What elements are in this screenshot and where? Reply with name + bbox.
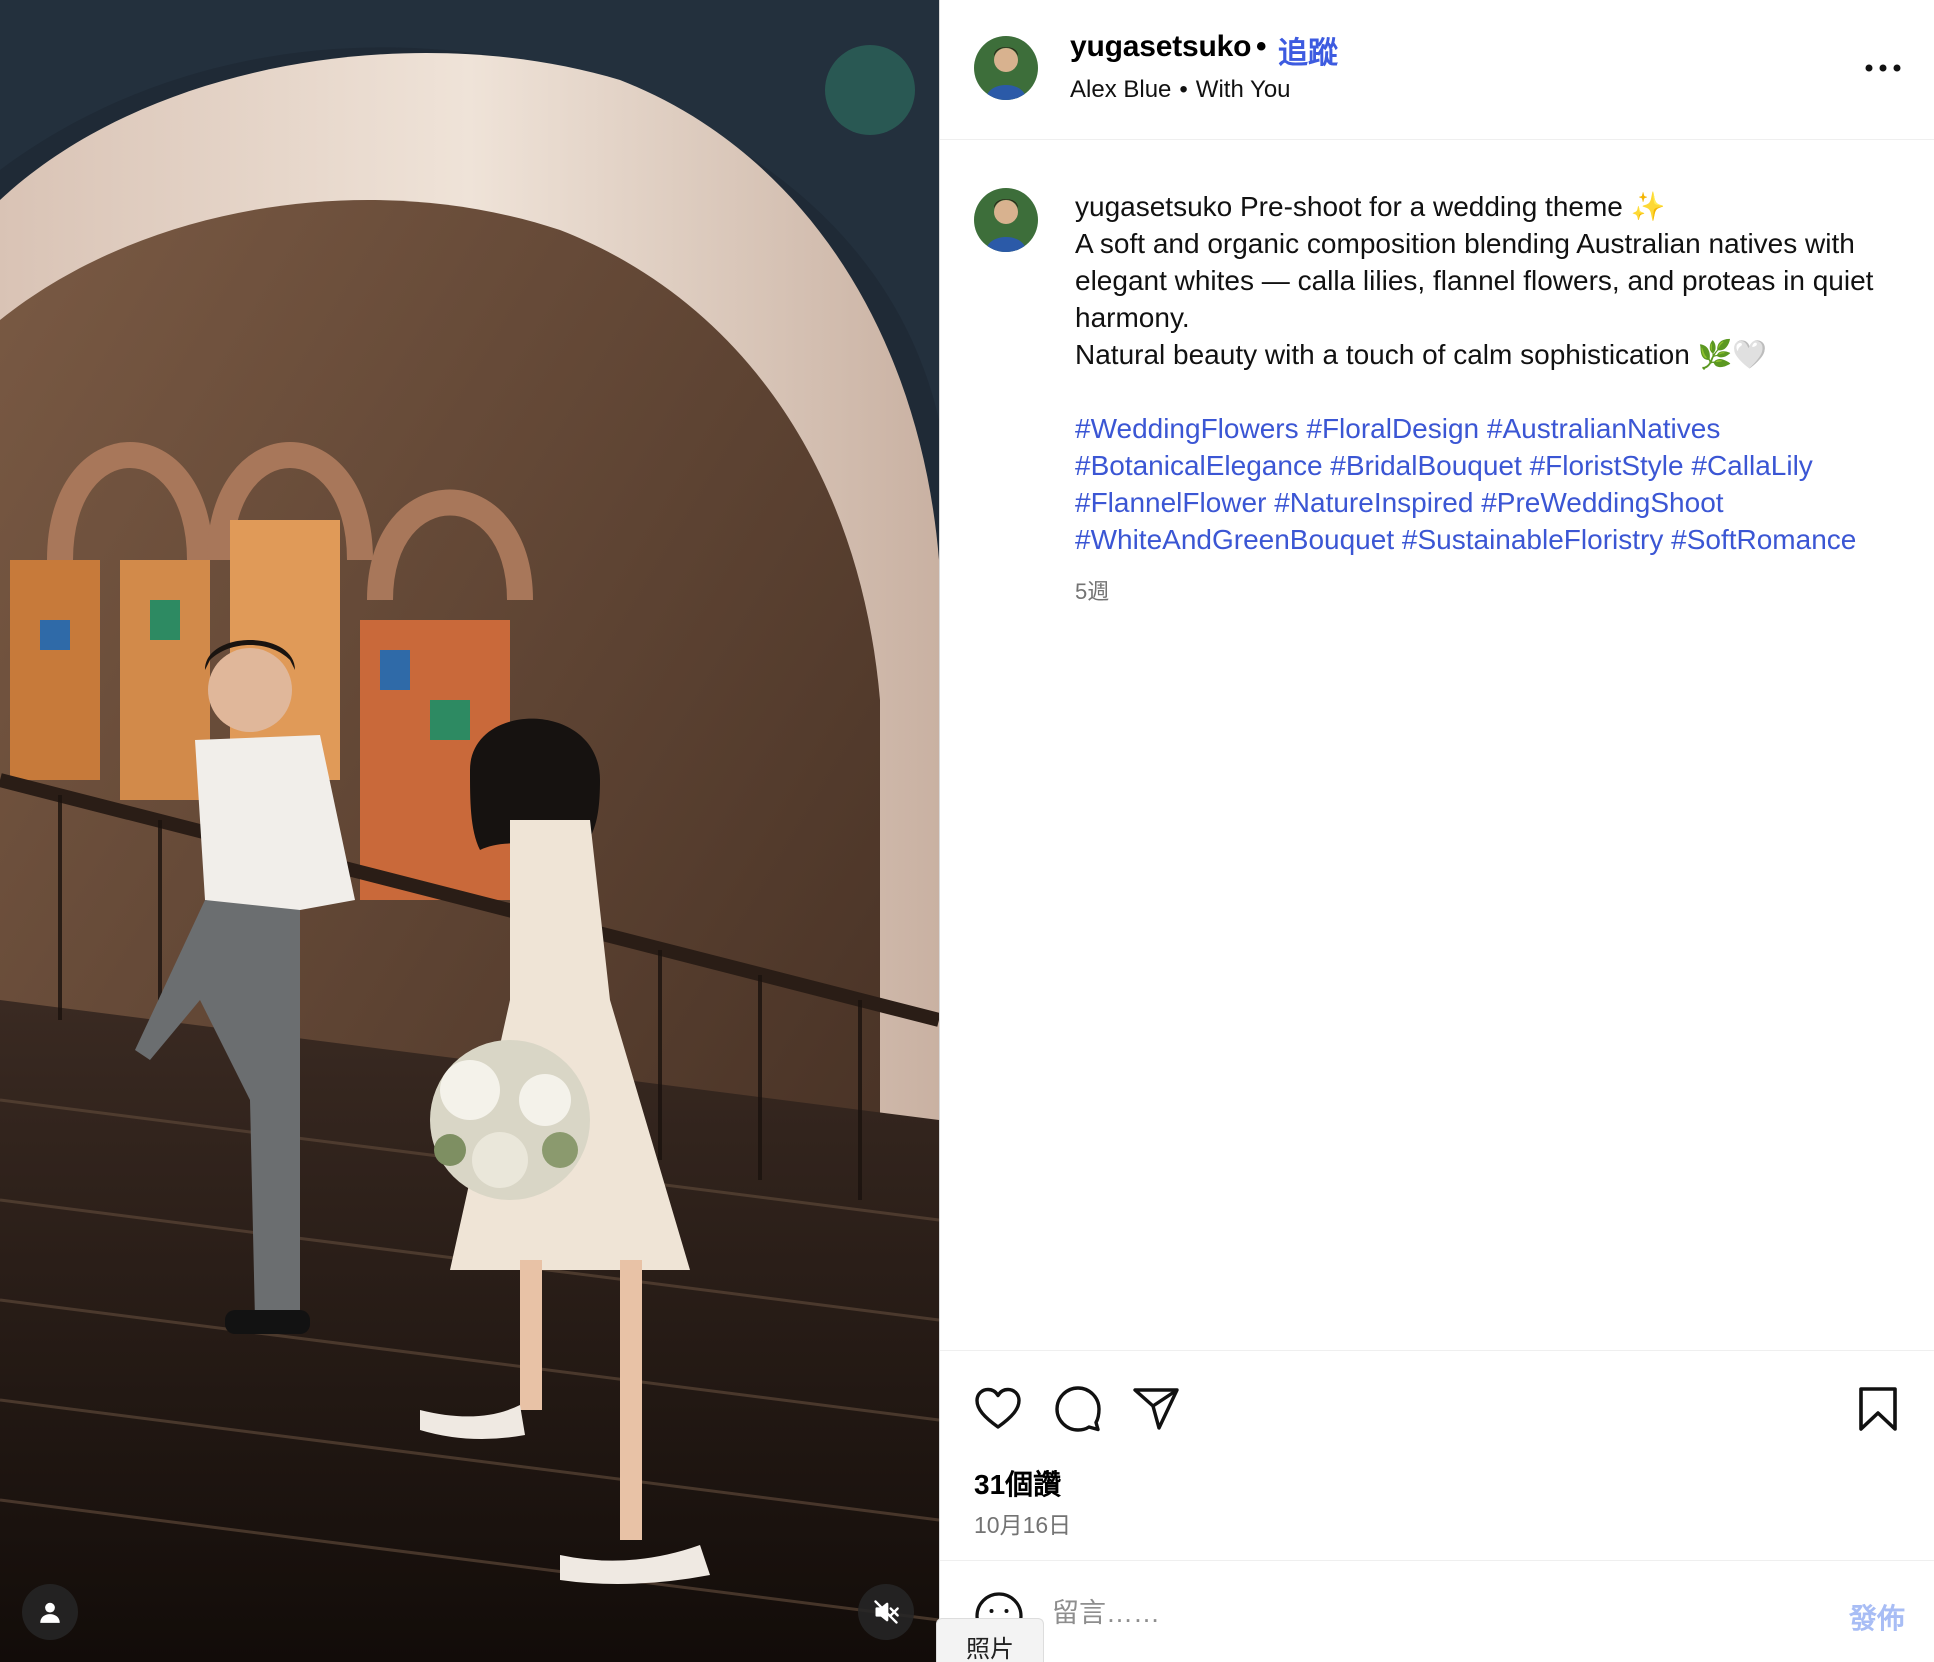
paper-plane-icon bbox=[1133, 1388, 1179, 1430]
comment-button[interactable] bbox=[1050, 1381, 1106, 1437]
hashtag-link[interactable]: #AustralianNatives bbox=[1487, 413, 1720, 444]
instagram-post-viewer: 照片 yugasetsuko • 追蹤 Alex Blue • With You bbox=[0, 0, 1934, 1662]
speaker-muted-icon bbox=[874, 1600, 899, 1624]
author-username[interactable]: yugasetsuko bbox=[1070, 30, 1251, 64]
share-button[interactable] bbox=[1128, 1381, 1184, 1437]
author-avatar[interactable] bbox=[974, 36, 1038, 100]
post-actions: 31個讚 10月16日 bbox=[940, 1350, 1934, 1560]
hashtag-link[interactable]: #WhiteAndGreenBouquet bbox=[1075, 524, 1394, 555]
audio-track: With You bbox=[1195, 76, 1291, 103]
post-date: 10月16日 bbox=[974, 1512, 1072, 1538]
hashtag-link[interactable]: #FloristStyle bbox=[1530, 450, 1684, 481]
hashtag-link[interactable]: #FlannelFlower bbox=[1075, 487, 1266, 518]
comment-composer: 發佈 bbox=[940, 1560, 1934, 1662]
like-button[interactable] bbox=[970, 1381, 1026, 1437]
caption-username[interactable]: yugasetsuko bbox=[1075, 191, 1232, 222]
tagged-users-button[interactable] bbox=[22, 1584, 78, 1640]
heart-icon bbox=[975, 1387, 1021, 1429]
caption-text: Natural beauty with a touch of calm soph… bbox=[1075, 339, 1768, 370]
audio-attribution[interactable]: Alex Blue • With You bbox=[1070, 76, 1291, 104]
post-media[interactable] bbox=[0, 0, 939, 1662]
hashtag-link[interactable]: #BotanicalElegance bbox=[1075, 450, 1323, 481]
post-age[interactable]: 5週 bbox=[1075, 574, 1109, 606]
hashtag-link[interactable]: #FloralDesign bbox=[1306, 413, 1479, 444]
save-button[interactable] bbox=[1850, 1381, 1906, 1437]
hashtag-list: #WeddingFlowers #FloralDesign #Australia… bbox=[1075, 410, 1915, 558]
caption-text: A soft and organic composition blending … bbox=[1075, 228, 1874, 333]
hashtag-link[interactable]: #NatureInspired bbox=[1274, 487, 1473, 518]
post-comment-button[interactable]: 發佈 bbox=[1849, 1597, 1905, 1637]
avatar-image bbox=[974, 188, 1038, 252]
post-photo bbox=[0, 0, 939, 1662]
caption-text: Pre-shoot for a wedding theme ✨ bbox=[1240, 191, 1666, 222]
more-options-button[interactable] bbox=[1859, 50, 1907, 86]
bookmark-icon bbox=[1859, 1387, 1897, 1431]
separator-dot: • bbox=[1179, 76, 1188, 103]
like-count[interactable]: 31個讚 bbox=[974, 1463, 1061, 1503]
comment-bubble-icon bbox=[1055, 1386, 1101, 1432]
hashtag-link[interactable]: #BridalBouquet bbox=[1330, 450, 1521, 481]
post-header: yugasetsuko • 追蹤 Alex Blue • With You bbox=[940, 0, 1934, 140]
caption-area: yugasetsuko Pre-shoot for a wedding them… bbox=[940, 140, 1934, 1350]
avatar-image bbox=[974, 36, 1038, 100]
post-details-panel: yugasetsuko • 追蹤 Alex Blue • With You yu… bbox=[939, 0, 1934, 1662]
hashtag-link[interactable]: #CallaLily bbox=[1691, 450, 1812, 481]
caption-author-avatar[interactable] bbox=[974, 188, 1038, 252]
separator-dot: • bbox=[1256, 30, 1267, 63]
post-caption: yugasetsuko Pre-shoot for a wedding them… bbox=[1075, 188, 1915, 558]
comment-input[interactable] bbox=[1052, 1583, 1752, 1643]
media-tooltip: 照片 bbox=[936, 1618, 1044, 1662]
mute-toggle-button[interactable] bbox=[858, 1584, 914, 1640]
hashtag-link[interactable]: #SoftRomance bbox=[1671, 524, 1856, 555]
caption-first-line: yugasetsuko Pre-shoot for a wedding them… bbox=[1075, 188, 1915, 225]
more-options-icon bbox=[1865, 64, 1901, 72]
audio-artist: Alex Blue bbox=[1070, 76, 1172, 103]
follow-button[interactable]: 追蹤 bbox=[1278, 28, 1338, 72]
hashtag-link[interactable]: #WeddingFlowers bbox=[1075, 413, 1299, 444]
hashtag-link[interactable]: #SustainableFloristry bbox=[1402, 524, 1663, 555]
person-icon bbox=[40, 1602, 60, 1623]
hashtag-link[interactable]: #PreWeddingShoot bbox=[1481, 487, 1723, 518]
